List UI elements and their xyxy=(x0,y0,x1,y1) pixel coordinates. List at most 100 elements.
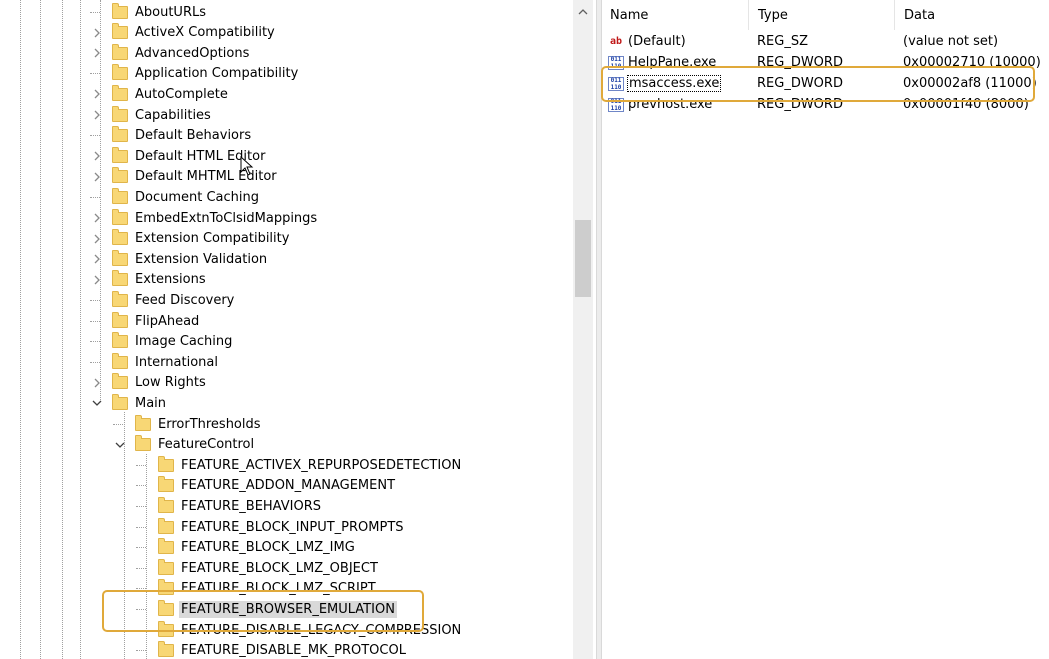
folder-icon xyxy=(112,2,128,19)
scroll-up-arrow-icon[interactable] xyxy=(573,0,593,24)
value-name: (Default) xyxy=(628,34,686,49)
tree-item-feature-block-lmz-script[interactable]: FEATURE_BLOCK_LMZ_SCRIPT xyxy=(136,579,378,599)
folder-icon xyxy=(112,64,128,81)
collapsed-chevron-icon[interactable] xyxy=(90,211,104,225)
tree-item-application-compatibility[interactable]: Application Compatibility xyxy=(90,64,300,84)
registry-values-list[interactable]: Name Type Data ab (Default) REG_SZ (value n… xyxy=(601,0,1049,659)
folder-icon xyxy=(112,249,128,266)
collapsed-chevron-icon[interactable] xyxy=(90,376,104,390)
tree-item-abouturls[interactable]: AboutURLs xyxy=(90,2,208,22)
folder-icon xyxy=(158,538,174,555)
tree-item-autocomplete[interactable]: AutoComplete xyxy=(90,84,230,104)
collapsed-chevron-icon[interactable] xyxy=(90,252,104,266)
tree-item-feature-activex-repurposedetection[interactable]: FEATURE_ACTIVEX_REPURPOSEDETECTION xyxy=(136,455,463,475)
tree-item-extension-compatibility[interactable]: Extension Compatibility xyxy=(90,229,291,249)
tree-vertical-scrollbar[interactable] xyxy=(573,0,593,659)
dword-value-icon: 011 110 xyxy=(608,76,624,91)
folder-icon xyxy=(112,311,128,328)
value-row-default[interactable]: ab (Default) REG_SZ (value not set) xyxy=(601,31,1049,52)
tree-item-featurecontrol[interactable]: FeatureControl xyxy=(113,435,256,455)
value-name-cell: 011 110 HelpPane.exe xyxy=(608,52,716,73)
folder-icon xyxy=(112,23,128,40)
tree-item-feature-block-input-prompts[interactable]: FEATURE_BLOCK_INPUT_PROMPTS xyxy=(136,517,406,537)
folder-icon xyxy=(158,517,174,534)
collapsed-chevron-icon[interactable] xyxy=(90,26,104,40)
tree-item-extensions[interactable]: Extensions xyxy=(90,270,208,290)
tree-item-label: FEATURE_BROWSER_EMULATION xyxy=(179,600,397,618)
tree-item-label: AdvancedOptions xyxy=(135,45,250,61)
dword-value-icon: 011 110 xyxy=(608,97,624,112)
tree-connector xyxy=(90,341,100,343)
collapsed-chevron-icon[interactable] xyxy=(90,149,104,163)
tree-item-feature-addon-management[interactable]: FEATURE_ADDON_MANAGEMENT xyxy=(136,476,397,496)
column-header-type[interactable]: Type xyxy=(749,0,895,30)
tree-item-label: AboutURLs xyxy=(135,4,206,20)
value-name-cell: ab (Default) xyxy=(608,31,686,52)
expanded-chevron-icon[interactable] xyxy=(113,438,127,452)
tree-connector xyxy=(90,135,100,137)
column-header-name[interactable]: Name xyxy=(601,0,749,30)
tree-item-feature-block-lmz-img[interactable]: FEATURE_BLOCK_LMZ_IMG xyxy=(136,538,357,558)
value-name-cell: 011 110 prevhost.exe xyxy=(608,94,712,115)
tree-connector xyxy=(90,73,100,75)
expanded-chevron-icon[interactable] xyxy=(90,396,104,410)
tree-item-label: FEATURE_ADDON_MANAGEMENT xyxy=(181,478,396,494)
tree-item-image-caching[interactable]: Image Caching xyxy=(90,332,234,352)
folder-icon xyxy=(158,641,174,658)
tree-item-activex-compatibility[interactable]: ActiveX Compatibility xyxy=(90,23,277,43)
scrollbar-thumb[interactable] xyxy=(575,220,591,297)
value-row-helppane-exe[interactable]: 011 110 HelpPane.exe REG_DWORD 0x00002710 (1… xyxy=(601,52,1049,73)
folder-icon xyxy=(112,393,128,410)
tree-item-flipahead[interactable]: FlipAhead xyxy=(90,311,201,331)
folder-icon xyxy=(158,455,174,472)
tree-item-label: FeatureControl xyxy=(158,437,255,453)
collapsed-chevron-icon[interactable] xyxy=(90,108,104,122)
folder-icon xyxy=(112,373,128,390)
value-row-prevhost-exe[interactable]: 011 110 prevhost.exe REG_DWORD 0x00001f40 (8… xyxy=(601,94,1049,115)
folder-icon xyxy=(112,105,128,122)
dword-value-icon: 011 110 xyxy=(608,55,624,70)
tree-item-label: Feed Discovery xyxy=(135,292,235,308)
folder-icon xyxy=(112,352,128,369)
list-header: Name Type Data xyxy=(601,0,1049,30)
tree-item-embedextntoclsidmappings[interactable]: EmbedExtnToClsidMappings xyxy=(90,208,319,228)
value-name: HelpPane.exe xyxy=(628,55,717,70)
registry-key-tree[interactable]: AboutURLs ActiveX Compatibility AdvancedOp… xyxy=(0,0,596,659)
value-type: REG_DWORD xyxy=(757,97,843,112)
folder-icon xyxy=(112,84,128,101)
collapsed-chevron-icon[interactable] xyxy=(90,87,104,101)
tree-item-label: Document Caching xyxy=(135,189,260,205)
column-header-data[interactable]: Data xyxy=(895,0,1049,30)
tree-item-feed-discovery[interactable]: Feed Discovery xyxy=(90,290,236,310)
tree-item-capabilities[interactable]: Capabilities xyxy=(90,105,213,125)
tree-item-errorthresholds[interactable]: ErrorThresholds xyxy=(113,414,263,434)
tree-connector xyxy=(113,423,123,425)
tree-item-label: ActiveX Compatibility xyxy=(135,25,275,41)
tree-connector xyxy=(136,567,146,569)
tree-connector xyxy=(136,505,146,507)
tree-item-label: EmbedExtnToClsidMappings xyxy=(135,210,318,226)
tree-item-feature-disable-mk-protocol[interactable]: FEATURE_DISABLE_MK_PROTOCOL xyxy=(136,641,408,659)
folder-icon xyxy=(112,167,128,184)
tree-item-advancedoptions[interactable]: AdvancedOptions xyxy=(90,43,251,63)
tree-item-feature-behaviors[interactable]: FEATURE_BEHAVIORS xyxy=(136,496,323,516)
collapsed-chevron-icon[interactable] xyxy=(90,232,104,246)
folder-icon xyxy=(112,229,128,246)
tree-item-feature-block-lmz-object[interactable]: FEATURE_BLOCK_LMZ_OBJECT xyxy=(136,558,380,578)
tree-item-low-rights[interactable]: Low Rights xyxy=(90,373,208,393)
tree-item-main[interactable]: Main xyxy=(90,393,168,413)
tree-item-document-caching[interactable]: Document Caching xyxy=(90,187,261,207)
tree-item-feature-browser-emulation[interactable]: FEATURE_BROWSER_EMULATION xyxy=(136,599,397,619)
value-row-msaccess-exe[interactable]: 011 110 msaccess.exe REG_DWORD 0x00002af8 (1… xyxy=(601,73,1049,94)
mouse-pointer-icon xyxy=(240,156,254,176)
collapsed-chevron-icon[interactable] xyxy=(90,273,104,287)
tree-item-label: FlipAhead xyxy=(135,313,200,329)
collapsed-chevron-icon[interactable] xyxy=(90,170,104,184)
folder-icon xyxy=(135,435,151,452)
tree-item-feature-disable-legacy-compression[interactable]: FEATURE_DISABLE_LEGACY_COMPRESSION xyxy=(136,620,463,640)
tree-item-extension-validation[interactable]: Extension Validation xyxy=(90,249,269,269)
tree-item-label: FEATURE_BLOCK_INPUT_PROMPTS xyxy=(181,519,404,535)
collapsed-chevron-icon[interactable] xyxy=(90,46,104,60)
tree-item-default-behaviors[interactable]: Default Behaviors xyxy=(90,126,253,146)
tree-item-international[interactable]: International xyxy=(90,352,220,372)
